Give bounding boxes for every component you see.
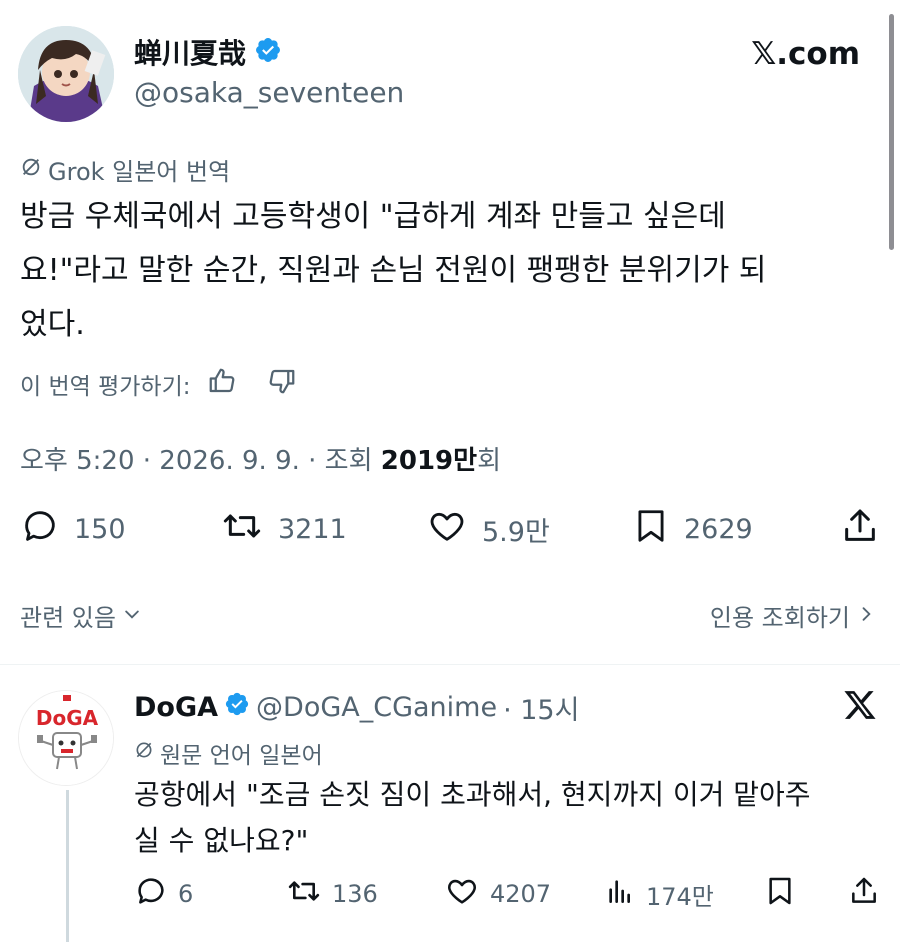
chevron-right-icon — [856, 602, 876, 630]
repost-button[interactable]: 3211 — [220, 506, 347, 553]
reply-action-bar: 6 136 4207 174만 — [134, 874, 880, 914]
thumbs-down-icon[interactable] — [267, 366, 297, 402]
like-count: 5.9만 — [482, 516, 550, 548]
reply-author-name[interactable]: DoGA — [134, 692, 218, 723]
reply-bookmark-button[interactable] — [764, 874, 796, 914]
reply-share-button[interactable] — [848, 874, 880, 914]
share-icon — [848, 874, 880, 914]
bookmark-button[interactable]: 2629 — [632, 506, 753, 553]
grok-icon — [20, 156, 42, 184]
reply-reply-button[interactable]: 6 — [134, 874, 193, 914]
related-label: 관련 있음 — [20, 604, 116, 632]
tweet-text-line: 방금 우체국에서 고등학생이 "급하게 계좌 만들고 싶은데 — [20, 199, 726, 234]
reply-text-line: 실 수 없나요?" — [134, 824, 309, 857]
repost-icon — [220, 506, 264, 553]
view-quotes-link[interactable]: 인용 조회하기 — [710, 598, 876, 633]
reply-views-count: 174만 — [646, 882, 714, 911]
rate-translation-label: 이 번역 평가하기: — [20, 374, 191, 400]
translation-text: Grok 일본어 번역 — [48, 158, 231, 186]
related-toggle[interactable]: 관련 있음 — [20, 598, 142, 633]
scrollbar[interactable] — [889, 14, 894, 250]
reply-like-count: 4207 — [490, 880, 552, 908]
views-icon — [604, 874, 636, 914]
reply-author-line: DoGA @DoGA_CGanime · 15시 — [134, 688, 579, 727]
author-line: 蝉川夏哉 — [134, 32, 282, 72]
tweet-time[interactable]: 오후 5:20 — [20, 446, 135, 476]
reply-avatar[interactable]: DoGA — [18, 690, 114, 786]
author-name[interactable]: 蝉川夏哉 — [134, 32, 246, 72]
views-prefix: 조회 — [324, 446, 373, 476]
x-com-label: 𝕏.com — [751, 36, 860, 72]
reply-count: 150 — [74, 513, 126, 545]
like-icon — [426, 506, 468, 553]
reply-repost-button[interactable]: 136 — [286, 874, 378, 914]
share-icon — [840, 506, 880, 553]
grok-icon — [134, 740, 154, 766]
author-avatar[interactable] — [18, 26, 114, 122]
tweet-date[interactable]: 2026. 9. 9. — [159, 446, 300, 476]
share-button[interactable] — [840, 506, 880, 553]
chevron-down-icon — [122, 602, 142, 630]
bookmark-icon — [632, 506, 670, 553]
view-quotes-label: 인용 조회하기 — [709, 604, 850, 632]
thread-line — [66, 790, 69, 942]
repost-count: 3211 — [278, 513, 347, 545]
doga-logo: DoGA — [19, 691, 113, 785]
section-divider — [0, 664, 900, 665]
reply-time[interactable]: · 15시 — [503, 688, 579, 727]
reply-language-label[interactable]: 원문 언어 일본어 — [134, 736, 323, 770]
tweet-text: 방금 우체국에서 고등학생이 "급하게 계좌 만들고 싶은데 요!"라고 말한 … — [20, 190, 880, 352]
author-handle[interactable]: @osaka_seventeen — [134, 76, 404, 109]
meta-separator: · — [308, 446, 317, 476]
language-text: 원문 언어 일본어 — [160, 743, 323, 769]
meta-separator: · — [142, 446, 152, 476]
bookmark-icon — [764, 874, 796, 914]
verified-badge-icon — [224, 691, 250, 724]
reply-author-handle[interactable]: @DoGA_CGanime — [256, 692, 497, 723]
doga-logo-text: DoGA — [36, 706, 99, 730]
reply-icon — [134, 874, 168, 914]
reply-views-button[interactable]: 174만 — [604, 874, 714, 914]
like-button[interactable]: 5.9만 — [426, 506, 550, 553]
verified-badge-icon — [254, 36, 282, 68]
grok-translation-label[interactable]: Grok 일본어 번역 — [20, 152, 230, 187]
bookmark-count: 2629 — [684, 513, 753, 545]
reply-text-line: 공항에서 "조금 손짓 짐이 초과해서, 현지까지 이거 맡아주 — [134, 778, 811, 811]
reply-repost-count: 136 — [332, 880, 378, 908]
reply-button[interactable]: 150 — [20, 506, 126, 553]
reply-reply-count: 6 — [178, 880, 194, 908]
views-suffix: 회 — [477, 446, 501, 476]
reply-like-button[interactable]: 4207 — [444, 874, 551, 914]
tweet-text-line: 요!"라고 말한 순간, 직원과 손님 전원이 팽팽한 분위기가 되 — [20, 253, 767, 288]
tweet-text-line: 었다. — [20, 307, 85, 342]
anime-avatar-image — [18, 26, 114, 122]
like-icon — [444, 874, 480, 914]
reply-icon — [20, 506, 60, 553]
reply-text: 공항에서 "조금 손짓 짐이 초과해서, 현지까지 이거 맡아주 실 수 없나요… — [134, 772, 880, 864]
thumbs-up-icon[interactable] — [207, 366, 237, 402]
views-count: 2019만 — [380, 446, 478, 476]
repost-icon — [286, 874, 322, 914]
x-com-badge[interactable]: 𝕏.com — [751, 36, 860, 72]
tweet-action-bar: 150 3211 5.9만 2629 — [20, 506, 880, 552]
tweet-meta: 오후 5:20 · 2026. 9. 9. · 조회 2019만회 — [20, 440, 501, 477]
x-logo-icon[interactable] — [842, 688, 878, 726]
rate-translation-row: 이 번역 평가하기: — [20, 366, 297, 402]
